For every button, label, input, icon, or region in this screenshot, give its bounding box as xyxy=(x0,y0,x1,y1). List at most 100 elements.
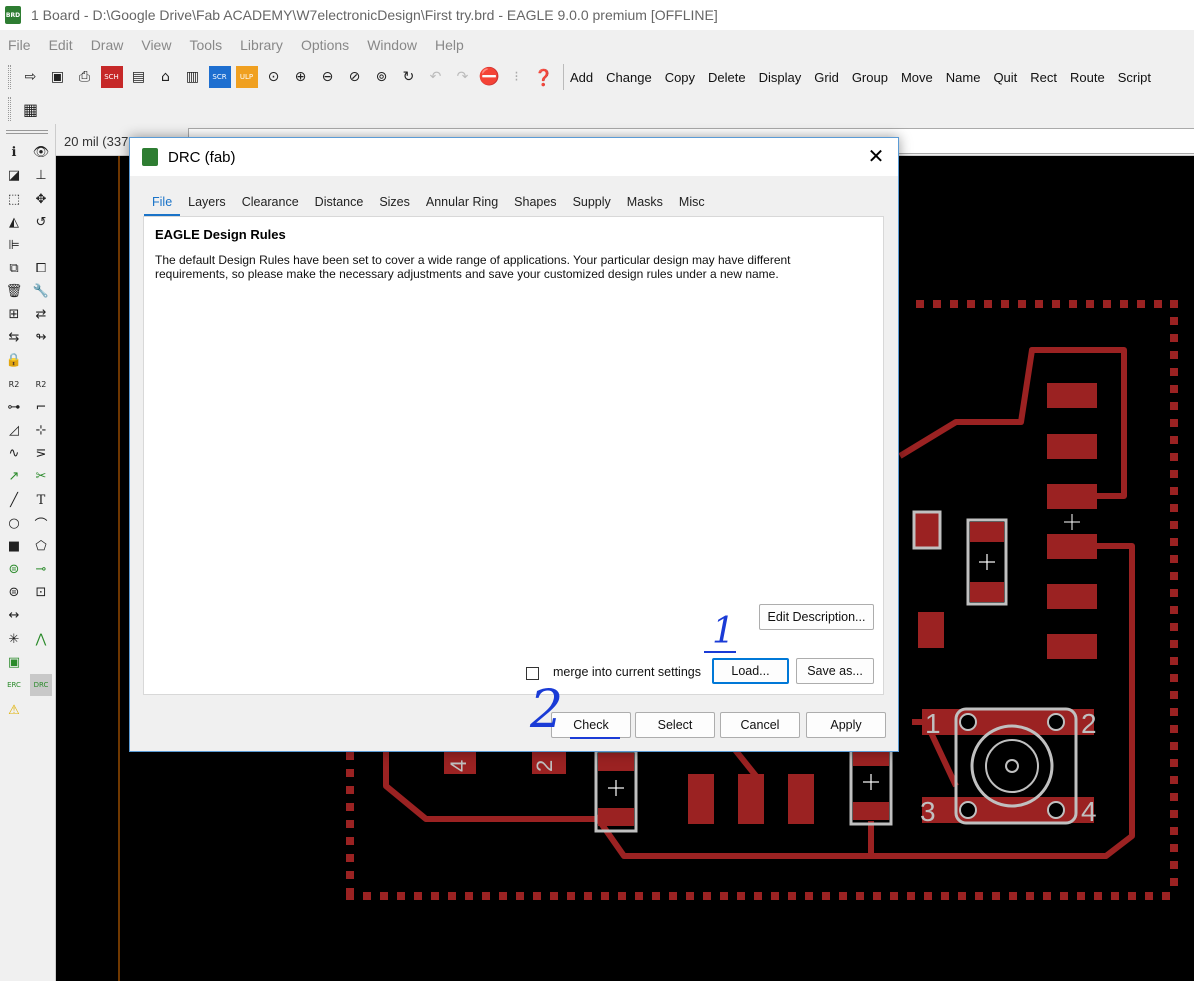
toolbar2-grip[interactable] xyxy=(8,97,11,121)
help-icon[interactable]: ❓ xyxy=(533,66,555,88)
signal-icon[interactable]: ⊸ xyxy=(32,560,50,578)
circle-icon[interactable]: ○ xyxy=(5,514,23,532)
sch-brd-switch-icon[interactable]: SCH xyxy=(100,66,123,88)
via-icon[interactable]: ⊜ xyxy=(5,560,23,578)
move-icon[interactable]: ✥ xyxy=(32,190,50,208)
left-toolbar-grip[interactable] xyxy=(6,130,48,134)
zoom-fit-icon[interactable]: ⊙ xyxy=(263,66,285,88)
manufacturing-icon[interactable]: ⌂ xyxy=(155,66,177,88)
select-button[interactable]: Select xyxy=(635,712,715,738)
menu-view[interactable]: View xyxy=(141,37,171,53)
zoom-out-icon[interactable]: ⊖ xyxy=(317,66,339,88)
group-icon[interactable]: ⬚ xyxy=(5,190,23,208)
cmd-add[interactable]: Add xyxy=(570,70,593,85)
rectangle-icon[interactable]: ■ xyxy=(5,537,23,555)
name-icon[interactable]: R2 xyxy=(5,375,23,393)
script-icon[interactable]: SCR xyxy=(208,66,231,88)
drc-icon[interactable]: DRC xyxy=(30,674,52,696)
merge-checkbox[interactable] xyxy=(526,667,539,680)
miter-icon[interactable]: ⌐ xyxy=(32,398,50,416)
load-button[interactable]: Load... xyxy=(712,658,789,684)
value-icon[interactable]: R2 xyxy=(32,375,50,393)
mark-icon[interactable]: ⊥ xyxy=(32,166,50,184)
tab-masks[interactable]: Masks xyxy=(619,192,671,216)
design-block-icon[interactable]: ▣ xyxy=(5,653,23,671)
go-icon[interactable]: ⁝ xyxy=(506,66,528,88)
ulp-icon[interactable]: ULP xyxy=(235,66,258,88)
zoom-in-icon[interactable]: ⊕ xyxy=(290,66,312,88)
ripup-icon[interactable]: ✂ xyxy=(32,467,50,485)
tab-annular-ring[interactable]: Annular Ring xyxy=(418,192,506,216)
hole-icon[interactable]: ⊜ xyxy=(5,583,23,601)
zoom-area-icon[interactable]: ⊚ xyxy=(371,66,393,88)
menu-edit[interactable]: Edit xyxy=(49,37,73,53)
lock-icon[interactable]: 🔒 xyxy=(5,351,23,369)
tab-sizes[interactable]: Sizes xyxy=(371,192,418,216)
menu-help[interactable]: Help xyxy=(435,37,464,53)
rotate-icon[interactable]: ↺ xyxy=(32,213,50,231)
edit-description-button[interactable]: Edit Description... xyxy=(759,604,874,630)
erc-icon[interactable]: ERC xyxy=(5,676,23,694)
cmd-copy[interactable]: Copy xyxy=(665,70,695,85)
cmd-rect[interactable]: Rect xyxy=(1030,70,1057,85)
meander-icon[interactable]: ∿ xyxy=(5,444,23,462)
wire-icon[interactable]: ╱ xyxy=(5,491,23,509)
undo-icon[interactable]: ↶ xyxy=(425,66,447,88)
mirror-icon[interactable]: ◭ xyxy=(5,213,23,231)
grid-icon[interactable]: ▦ xyxy=(20,98,42,120)
dialog-title-bar[interactable]: DRC (fab) ✕ xyxy=(130,138,898,176)
save-icon[interactable]: ▣ xyxy=(47,66,69,88)
menu-draw[interactable]: Draw xyxy=(91,37,124,53)
cmd-group[interactable]: Group xyxy=(852,70,888,85)
route-icon[interactable]: ↗ xyxy=(5,467,23,485)
display-layers-icon[interactable]: ◪ xyxy=(5,166,23,184)
stop-icon[interactable]: ⛔ xyxy=(479,66,501,88)
change-icon[interactable]: 🔧 xyxy=(32,282,50,300)
toolbar-grip[interactable] xyxy=(8,65,11,89)
dimension-icon[interactable]: ↔ xyxy=(5,606,23,624)
cmd-display[interactable]: Display xyxy=(759,70,802,85)
polygon-icon[interactable]: ⬠ xyxy=(32,537,50,555)
open-icon[interactable]: ⇨ xyxy=(20,66,42,88)
swap-icon[interactable]: ⇆ xyxy=(5,328,23,346)
cmd-move[interactable]: Move xyxy=(901,70,933,85)
cmd-name[interactable]: Name xyxy=(946,70,981,85)
arc-icon[interactable]: ⌒ xyxy=(32,514,50,533)
ratsnest-icon[interactable]: ✳ xyxy=(5,630,23,648)
info-icon[interactable]: ℹ xyxy=(5,143,23,161)
add-part-icon[interactable]: ⊞ xyxy=(5,305,23,323)
print-icon[interactable]: ⎙ xyxy=(74,66,96,88)
cmd-quit[interactable]: Quit xyxy=(993,70,1017,85)
menu-tools[interactable]: Tools xyxy=(189,37,222,53)
cmd-script[interactable]: Script xyxy=(1118,70,1151,85)
cmd-delete[interactable]: Delete xyxy=(708,70,746,85)
zoom-select-icon[interactable]: ⊘ xyxy=(344,66,366,88)
tab-supply[interactable]: Supply xyxy=(565,192,619,216)
cmd-grid[interactable]: Grid xyxy=(814,70,839,85)
errors-icon[interactable]: ⚠ xyxy=(5,701,23,719)
lock-swap-icon[interactable]: ↬ xyxy=(32,328,50,346)
text-icon[interactable]: T xyxy=(32,491,50,509)
menu-file[interactable]: File xyxy=(8,37,31,53)
attribute-icon[interactable]: ⊡ xyxy=(32,583,50,601)
align-icon[interactable]: ⊫ xyxy=(5,236,23,254)
library-icon[interactable]: ▥ xyxy=(182,66,204,88)
cmd-change[interactable]: Change xyxy=(606,70,652,85)
smash-icon[interactable]: ⊶ xyxy=(5,398,23,416)
optimize-icon[interactable]: ⊹ xyxy=(32,421,50,439)
save-as-button[interactable]: Save as... xyxy=(796,658,874,684)
paste-icon[interactable]: ⧠ xyxy=(32,259,50,277)
redraw-icon[interactable]: ↻ xyxy=(398,66,420,88)
tab-layers[interactable]: Layers xyxy=(180,192,234,216)
tab-clearance[interactable]: Clearance xyxy=(234,192,307,216)
apply-button[interactable]: Apply xyxy=(806,712,886,738)
tab-distance[interactable]: Distance xyxy=(307,192,372,216)
replace-icon[interactable]: ⇄ xyxy=(32,305,50,323)
show-icon[interactable]: 👁 xyxy=(32,143,50,161)
tab-misc[interactable]: Misc xyxy=(671,192,713,216)
route-multiple-icon[interactable]: ⋝ xyxy=(32,444,50,462)
cmd-route[interactable]: Route xyxy=(1070,70,1105,85)
close-icon[interactable]: ✕ xyxy=(866,146,886,166)
copy-icon[interactable]: ⧉ xyxy=(5,259,23,277)
delete-icon[interactable]: 🗑 xyxy=(5,282,23,300)
